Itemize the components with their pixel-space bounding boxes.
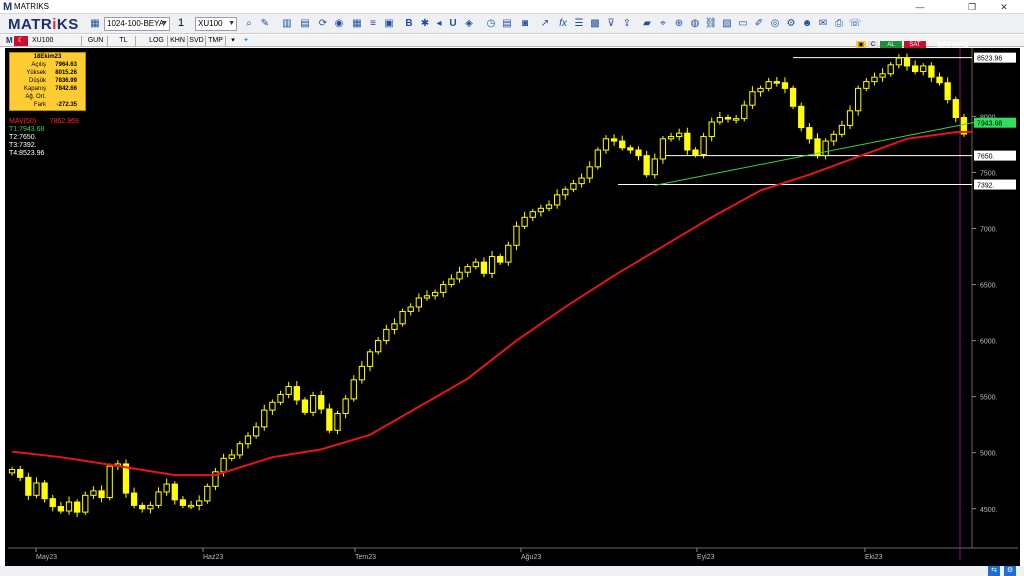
trend-icon[interactable]: ↗ [538,17,552,31]
chart-logo-icon: M [6,36,13,45]
tab-tmp[interactable]: TMP [206,36,226,46]
tab-gun[interactable]: GUN [84,36,108,46]
scan-icon[interactable]: ⌖ [656,17,670,31]
tab-khn[interactable]: KHN [168,36,188,46]
zoom-icon[interactable]: ⊕ [672,17,686,31]
window-count[interactable]: 1 [176,17,192,31]
layers-icon[interactable]: ◈ [462,17,476,31]
window-titlebar: M MATRIKS — ❐ ✕ [0,0,1024,14]
info-date: 18Ekim23 [33,54,62,60]
symbol-label: XU100 [30,36,82,46]
link-icon[interactable]: ⛓ [704,17,718,31]
tab-log[interactable]: LOG [146,36,168,46]
alarm-icon[interactable]: ◙ [518,17,532,31]
u-icon[interactable]: U [446,17,460,31]
info-row-open: Açılış 7964.63 [31,62,77,68]
eye-icon[interactable]: ◎ [768,17,782,31]
main-toolbar: MATRiKS ▦ 1024-100-BEYA ▼ 1 XU100 ▼ ⌕ ✎ ▥ … [0,14,1024,34]
info-row-low: Düşük 7836.99 [28,78,77,84]
scroll-icon[interactable]: ⇆ [988,566,1000,576]
bars-icon[interactable]: ≡ [366,17,380,31]
table-icon[interactable]: ▦ [350,17,364,31]
arrow-left-icon[interactable]: ◂ [432,17,446,31]
settings-icon[interactable]: ⚙ [784,17,798,31]
folder-icon[interactable]: ▰ [640,17,654,31]
tab-tl[interactable]: TL [112,36,136,46]
search-icon[interactable]: ⌕ [242,17,256,31]
filter-icon[interactable]: ⊽ [604,17,618,31]
grid-icon[interactable]: ▤ [298,17,312,31]
mail-icon[interactable]: ✉ [816,17,830,31]
close-button[interactable]: ✕ [984,1,1024,13]
bottom-bar: ⇆ ⚙ [0,566,1024,576]
window-icon[interactable]: ▣ [382,17,396,31]
symbol-select[interactable]: XU100 ▼ [195,17,237,31]
bar-chart-icon[interactable]: ▥ [280,17,294,31]
turkish-flag-icon: ☾ [14,36,28,46]
t1-legend: T1:7943.68 [9,126,45,133]
indicator-legend: MAV(50) 7862.969 T1:7943.68 T2:7650. T3:… [9,118,79,158]
minimize-button[interactable]: — [900,1,940,13]
b-icon[interactable]: B [402,17,416,31]
edit-icon[interactable]: ✐ [752,17,766,31]
pin-icon[interactable]: ✱ [418,17,432,31]
chevron-down-icon: ▼ [228,20,235,27]
t3-legend: T3:7392. [9,142,37,149]
mav-legend: MAV(50) 7862.969 [9,118,79,125]
refresh-icon[interactable]: ⟳ [316,17,330,31]
window-title: MATRIKS [14,2,49,11]
export-icon[interactable]: ⇪ [620,17,634,31]
info-row-close: Kapanış 7842.66 [23,86,77,92]
layout-select[interactable]: 1024-100-BEYA ▼ [104,17,170,31]
chevron-down-icon[interactable]: ▾ [228,36,238,46]
info-row-change: Fark -272.35 [34,102,77,108]
formula-icon[interactable]: fx [556,17,570,31]
app-logo-icon: M [3,1,13,13]
tab-svd[interactable]: SVD [188,36,206,46]
save-layout-icon[interactable]: ▦ [88,17,102,31]
chevron-down-icon: ▼ [161,20,168,27]
info-row-avg: Ağ. Ort. [25,94,46,100]
chart-icon[interactable]: ▨ [720,17,734,31]
t4-legend: T4:8523.96 [9,150,45,157]
draw-tool-icon[interactable]: ✎ [258,17,272,31]
calculator-icon[interactable]: ▩ [588,17,602,31]
circle-icon[interactable]: ◉ [332,17,346,31]
matriks-logo: MATRiKS [8,16,79,33]
news-icon[interactable]: ▤ [500,17,514,31]
twitter-icon[interactable]: ✦ [240,36,252,46]
list-icon[interactable]: ☰ [572,17,586,31]
globe-icon[interactable]: ◍ [688,17,702,31]
t2-legend: T2:7650. [9,134,37,141]
print-icon[interactable]: ⎙ [832,17,846,31]
phone-icon[interactable]: ☏ [848,17,862,31]
ohlc-info-box: 18Ekim23 Açılış 7964.63 Yüksek 8015.26 Düş… [9,52,86,111]
clock-icon[interactable]: ◷ [484,17,498,31]
info-row-high: Yüksek 8015.26 [26,70,77,76]
settings-icon[interactable]: ⚙ [1004,566,1016,576]
user-icon[interactable]: ☻ [800,17,814,31]
document-icon[interactable]: ▭ [736,17,750,31]
chart-area[interactable] [5,48,1020,568]
